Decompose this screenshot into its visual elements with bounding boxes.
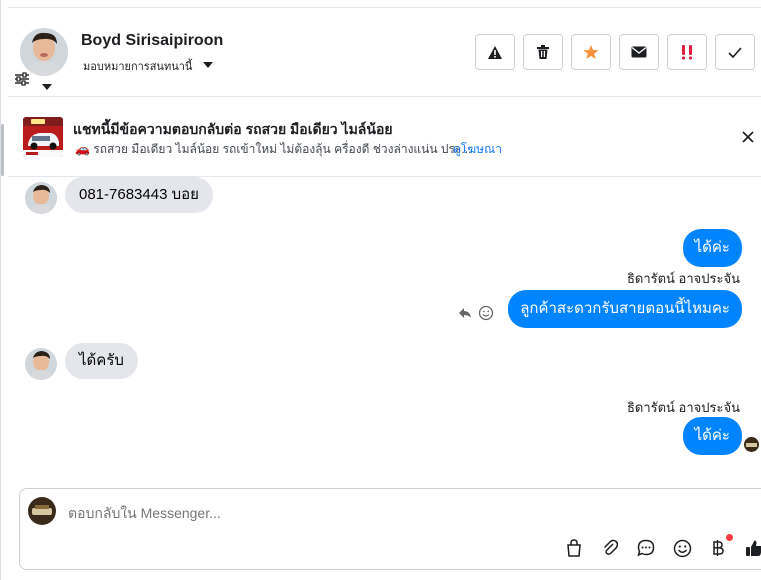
assign-chevron-down-icon[interactable] — [202, 56, 214, 74]
bag-icon[interactable] — [563, 537, 585, 559]
reply-input[interactable] — [68, 505, 568, 521]
outgoing-message[interactable]: ลูกค้าสะดวกรับสายตอนนี้ไหมคะ — [508, 290, 742, 328]
emoji-icon[interactable] — [671, 537, 693, 559]
outgoing-message[interactable]: ได้ค่ะ — [682, 417, 742, 455]
like-icon[interactable] — [743, 537, 761, 559]
check-icon — [728, 46, 742, 58]
sender-name: ธิดารัตน์ อาจประจัน — [626, 400, 740, 415]
incoming-message[interactable]: ได้ครับ — [65, 343, 138, 379]
filter-chevron-down-icon[interactable] — [41, 78, 53, 96]
notification-dot — [726, 534, 733, 541]
mail-icon — [631, 46, 647, 58]
star-icon — [583, 45, 599, 59]
trash-icon — [537, 45, 549, 59]
ad-reply-banner: แชทนี้มีข้อความตอบกลับต่อ รถสวย มือเดียว… — [8, 97, 761, 177]
sender-name: ธิดารัตน์ อาจประจัน — [626, 271, 740, 286]
mark-done-button[interactable] — [715, 34, 755, 70]
contact-avatar[interactable] — [20, 28, 68, 76]
incoming-message[interactable]: 081-7683443 บอย — [65, 177, 213, 213]
reply-icon[interactable] — [458, 307, 472, 319]
chat-bubble-icon[interactable] — [635, 537, 657, 559]
ad-thumbnail[interactable] — [23, 117, 63, 157]
assign-conversation-label[interactable]: มอบหมายการสนทนานี้ — [83, 57, 192, 75]
scroll-indicator[interactable] — [1, 124, 4, 176]
warning-icon — [488, 45, 502, 59]
contact-avatar-small[interactable] — [25, 348, 57, 380]
ad-title: แชทนี้มีข้อความตอบกลับต่อ รถสวย มือเดียว… — [73, 121, 393, 137]
seen-indicator-avatar — [744, 437, 759, 452]
close-icon[interactable] — [739, 128, 757, 146]
star-button[interactable] — [571, 34, 611, 70]
message-actions — [458, 305, 494, 321]
conversation-panel: Boyd Sirisaipiroon มอบหมายการสนทนานี้ แช… — [0, 0, 761, 580]
priority-icon — [682, 45, 692, 60]
header-actions — [475, 34, 755, 70]
conversation-header: Boyd Sirisaipiroon มอบหมายการสนทนานี้ — [8, 8, 761, 97]
composer-toolbar — [563, 534, 761, 559]
filter-sliders-icon[interactable] — [14, 72, 30, 91]
contact-name[interactable]: Boyd Sirisaipiroon — [81, 32, 223, 50]
delete-button[interactable] — [523, 34, 563, 70]
page-avatar — [28, 497, 56, 525]
baht-icon[interactable] — [707, 534, 733, 559]
message-composer — [19, 488, 761, 570]
priority-button[interactable] — [667, 34, 707, 70]
mark-spam-button[interactable] — [475, 34, 515, 70]
react-emoji-icon[interactable] — [478, 305, 494, 321]
mark-unread-button[interactable] — [619, 34, 659, 70]
attachment-icon[interactable] — [599, 537, 621, 559]
outgoing-message[interactable]: ได้ค่ะ — [682, 229, 742, 267]
contact-avatar-small[interactable] — [25, 182, 57, 214]
view-ad-link[interactable]: ดูโฆษณา — [453, 140, 502, 159]
ad-description: 🚗 รถสวย มือเดียว ไมล์น้อย รถเข้าใหม่ ไม่… — [75, 142, 472, 156]
